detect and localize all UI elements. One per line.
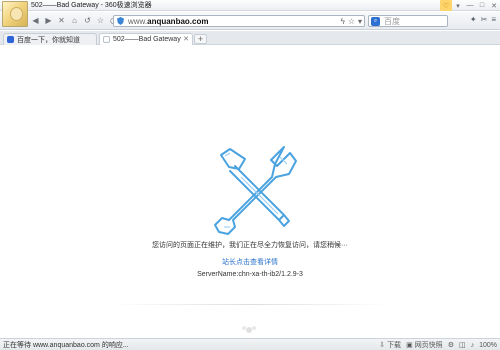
address-dropdown-icon[interactable]: ▾: [358, 17, 362, 26]
tab-bad-gateway[interactable]: 502——Bad Gateway ✕: [99, 33, 193, 45]
page-content: 您访问的页面正在维护，我们正在尽全力恢复访问，请您稍候··· 站长点击查看详情 …: [0, 46, 500, 338]
tab-label: 502——Bad Gateway: [113, 36, 181, 43]
address-url[interactable]: www.anquanbao.com: [128, 17, 208, 26]
address-prefix: www.: [128, 16, 148, 26]
tab-baidu[interactable]: 百度一下，你就知道: [3, 33, 97, 45]
search-input[interactable]: 百度: [384, 16, 400, 27]
hammer-head: [220, 148, 246, 170]
address-host: anquanbao.com: [147, 16, 209, 26]
webshot-icon: ▣: [406, 342, 413, 349]
navigation-bar: ◀ ▶ ✕ ⌂ ↺ ☆ ◷ www.anquanbao.com ϟ ☆ ▾ ⌕ …: [0, 12, 500, 30]
download-icon: ⇩: [379, 342, 386, 349]
tab-close-icon[interactable]: ✕: [183, 35, 189, 43]
reading-mode-icon[interactable]: ◫: [459, 341, 466, 349]
window-controls: ♡ ▾ — □ ✕: [440, 0, 500, 11]
toolbar-tools: ✦ ✂ ≡: [470, 15, 496, 24]
stop-icon[interactable]: ✕: [56, 15, 67, 26]
status-actions: ⇩ 下载 ▣ 网页快照 ⚙ ◫ ♪ 100%: [379, 340, 497, 350]
user-avatar[interactable]: [2, 1, 28, 27]
tab-strip: 百度一下，你就知道 502——Bad Gateway ✕ +: [0, 31, 500, 45]
address-actions: ϟ ☆ ▾: [341, 17, 362, 26]
favorites-icon[interactable]: ☆: [95, 15, 106, 26]
forward-icon[interactable]: ▶: [43, 15, 54, 26]
tools-icon[interactable]: ✂: [481, 15, 488, 24]
details-link[interactable]: 站长点击查看详情: [0, 257, 500, 267]
search-engine-icon[interactable]: ⌕: [371, 16, 380, 26]
navigation-buttons: ◀ ▶ ✕ ⌂ ↺ ☆ ◷: [30, 15, 119, 26]
tab-label: 百度一下，你就知道: [17, 36, 80, 44]
maintenance-message: 您访问的页面正在维护，我们正在尽全力恢复访问，请您稍候···: [152, 242, 348, 249]
home-icon[interactable]: ⌂: [69, 15, 80, 26]
sound-icon[interactable]: ♪: [471, 342, 475, 349]
footer-divider: [110, 304, 390, 305]
status-bar: 正在等待 www.anquanbao.com 的响应... ⇩ 下载 ▣ 网页快照 …: [0, 338, 500, 350]
window-title: 502——Bad Gateway - 360极速浏览器: [31, 2, 152, 9]
server-name: ServerName:chn-xa-th-ib2/1.2.9-3: [197, 271, 303, 278]
close-icon[interactable]: ✕: [488, 0, 500, 11]
bookmark-star-icon[interactable]: ☆: [348, 17, 355, 26]
zoom-level[interactable]: 100%: [479, 342, 497, 349]
back-icon[interactable]: ◀: [30, 15, 41, 26]
title-bar: 502——Bad Gateway - 360极速浏览器 ♡ ▾ — □ ✕: [0, 0, 500, 11]
security-shield-icon: [117, 17, 124, 25]
page-icon: [103, 36, 110, 43]
download-label: 下载: [387, 342, 402, 349]
restore-icon[interactable]: ↺: [82, 15, 93, 26]
lightning-icon[interactable]: ϟ: [341, 17, 345, 26]
extension-icon[interactable]: ✦: [470, 15, 477, 24]
webshot-button[interactable]: ▣ 网页快照: [406, 340, 443, 350]
search-box[interactable]: ⌕ 百度: [368, 15, 448, 27]
baidu-icon: [7, 36, 14, 43]
status-text: 正在等待 www.anquanbao.com 的响应...: [3, 342, 129, 349]
watermark-icon: [242, 326, 256, 333]
minimize-icon[interactable]: —: [464, 0, 476, 11]
new-tab-button[interactable]: +: [194, 34, 207, 44]
download-button[interactable]: ⇩ 下载: [379, 340, 401, 350]
hammer-handle-end: [278, 214, 290, 227]
maximize-icon[interactable]: □: [476, 0, 488, 11]
address-bar[interactable]: www.anquanbao.com ϟ ☆ ▾: [113, 15, 365, 27]
skin-icon[interactable]: ▾: [452, 0, 464, 11]
menu-icon[interactable]: ≡: [491, 15, 496, 24]
favorite-heart-icon[interactable]: ♡: [440, 0, 452, 11]
webshot-label: 网页快照: [414, 342, 443, 349]
settings-icon[interactable]: ⚙: [448, 341, 454, 349]
